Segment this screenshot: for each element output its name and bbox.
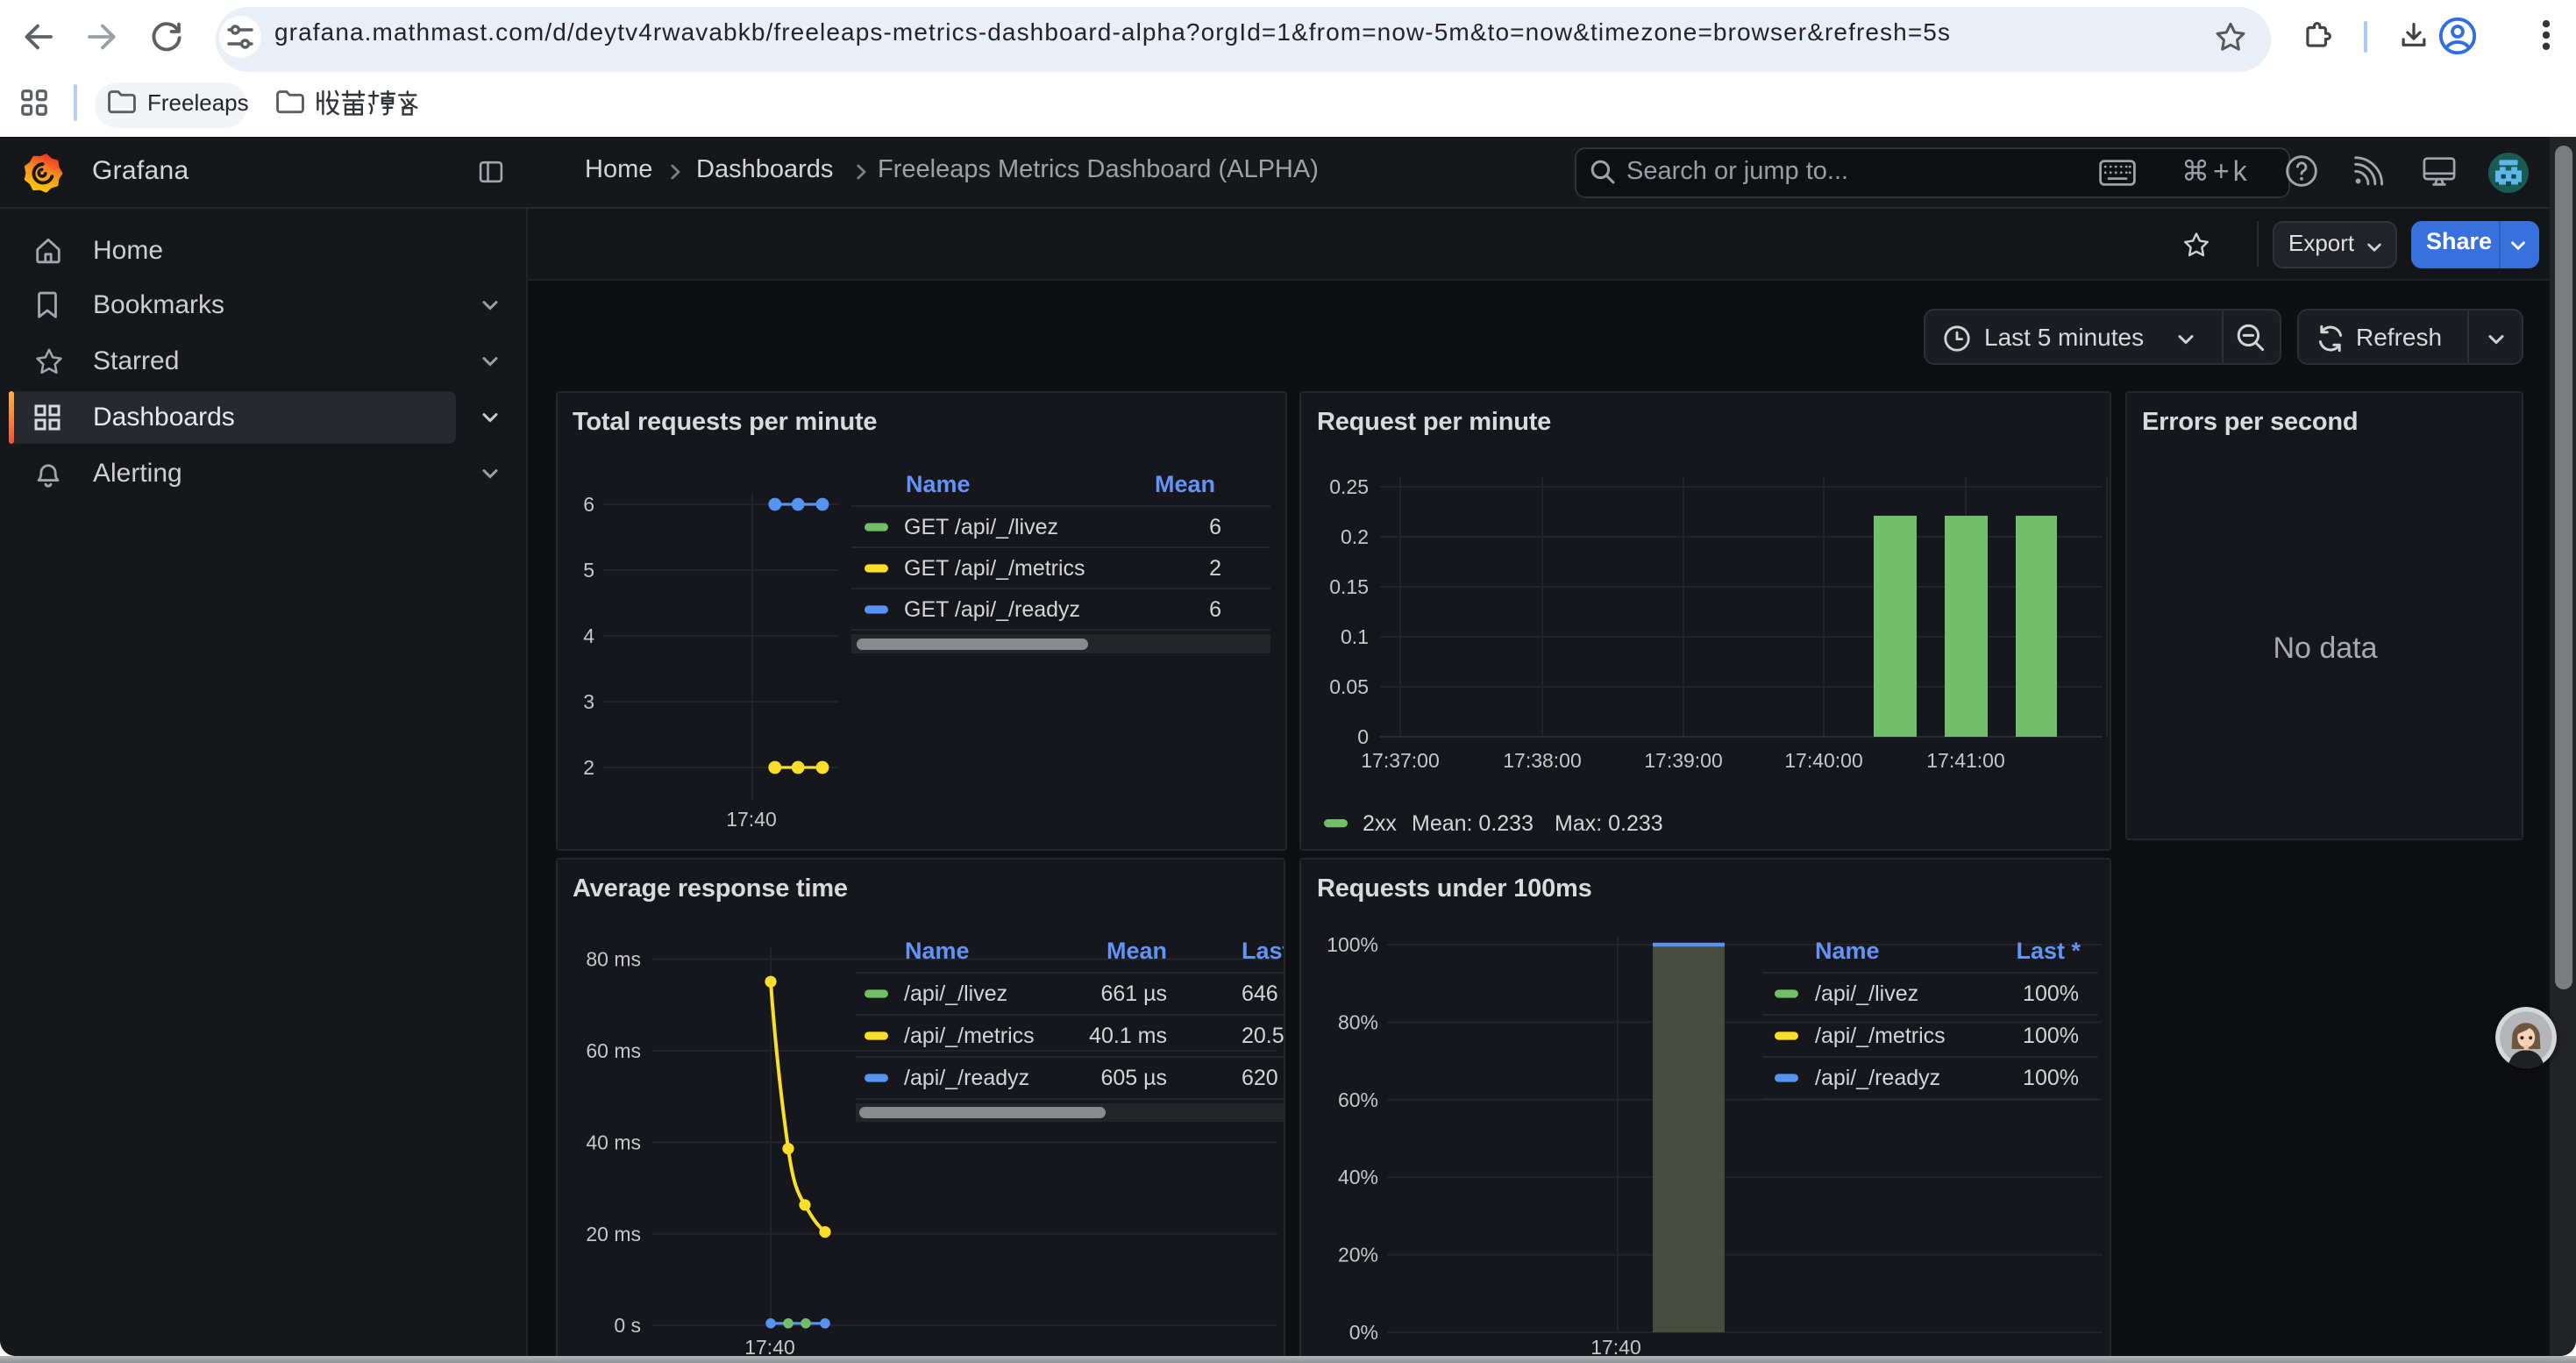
svg-text:Mean: Mean (1154, 471, 1214, 497)
svg-text:17:40:00: 17:40:00 (1784, 749, 1863, 772)
svg-text:0.25: 0.25 (1329, 475, 1369, 498)
svg-text:0.1: 0.1 (1341, 625, 1369, 648)
svg-text:/api/_/metrics: /api/_/metrics (903, 1024, 1034, 1048)
svg-text:40 ms: 40 ms (585, 1131, 640, 1153)
svg-text:17:40: 17:40 (744, 1336, 794, 1356)
svg-text:20%: 20% (1338, 1244, 1378, 1267)
svg-text:17:40: 17:40 (1590, 1336, 1641, 1356)
svg-text:0.05: 0.05 (1329, 675, 1369, 698)
svg-text:100%: 100% (2023, 981, 2079, 1006)
svg-text:6: 6 (1208, 597, 1220, 622)
svg-text:/api/_/livez: /api/_/livez (903, 981, 1007, 1006)
svg-text:40.1 ms: 40.1 ms (1088, 1024, 1166, 1048)
svg-text:/api/_/readyz: /api/_/readyz (903, 1066, 1028, 1090)
svg-text:0: 0 (1357, 725, 1369, 748)
svg-text:0 s: 0 s (613, 1314, 640, 1337)
svg-text:2: 2 (582, 756, 594, 779)
svg-text:0%: 0% (1349, 1321, 1378, 1344)
svg-text:Mean: Mean (1106, 938, 1166, 964)
svg-text:100%: 100% (1327, 933, 1378, 956)
svg-text:60 ms: 60 ms (585, 1039, 640, 1062)
svg-text:0.15: 0.15 (1329, 575, 1369, 598)
svg-text:2: 2 (1208, 556, 1220, 581)
svg-text:/api/_/livez: /api/_/livez (1815, 981, 1918, 1006)
svg-text:40%: 40% (1338, 1166, 1378, 1188)
svg-text:60%: 60% (1338, 1088, 1378, 1111)
svg-text:5: 5 (582, 559, 594, 582)
svg-text:20.5 ms: 20.5 ms (1241, 1024, 1285, 1048)
svg-text:2xx: 2xx (1363, 811, 1397, 836)
svg-text:GET /api/_/metrics: GET /api/_/metrics (903, 556, 1085, 581)
svg-text:17:37:00: 17:37:00 (1361, 749, 1440, 772)
svg-text:80%: 80% (1338, 1010, 1378, 1033)
svg-text:Last *: Last * (1241, 938, 1285, 964)
svg-text:17:41:00: 17:41:00 (1926, 749, 2005, 772)
svg-text:20 ms: 20 ms (585, 1223, 640, 1245)
svg-text:Name: Name (1815, 938, 1880, 964)
svg-text:/api/_/metrics: /api/_/metrics (1815, 1024, 1946, 1048)
svg-text:GET /api/_/livez: GET /api/_/livez (903, 515, 1057, 539)
svg-text:/api/_/readyz: /api/_/readyz (1815, 1066, 1940, 1090)
svg-text:Name: Name (905, 471, 970, 497)
svg-text:Mean: 0.233: Mean: 0.233 (1412, 811, 1534, 836)
svg-text:661 µs: 661 µs (1099, 981, 1166, 1006)
svg-text:17:38:00: 17:38:00 (1503, 749, 1582, 772)
svg-text:GET /api/_/readyz: GET /api/_/readyz (903, 597, 1079, 622)
svg-text:4: 4 (582, 624, 594, 647)
svg-text:17:39:00: 17:39:00 (1644, 749, 1723, 772)
svg-text:3: 3 (582, 690, 594, 713)
svg-text:100%: 100% (2023, 1024, 2079, 1048)
svg-text:646 µs: 646 µs (1241, 981, 1285, 1006)
svg-text:Last *: Last * (2016, 938, 2081, 964)
svg-text:0.2: 0.2 (1341, 525, 1369, 548)
svg-text:100%: 100% (2023, 1066, 2079, 1090)
svg-text:17:40: 17:40 (725, 808, 776, 831)
svg-text:620 µs: 620 µs (1241, 1066, 1285, 1090)
svg-text:605 µs: 605 µs (1099, 1066, 1166, 1090)
svg-text:Name: Name (904, 938, 969, 964)
svg-text:80 ms: 80 ms (585, 948, 640, 971)
svg-text:6: 6 (582, 493, 594, 516)
svg-text:Max: 0.233: Max: 0.233 (1555, 811, 1663, 836)
svg-text:6: 6 (1208, 515, 1220, 539)
